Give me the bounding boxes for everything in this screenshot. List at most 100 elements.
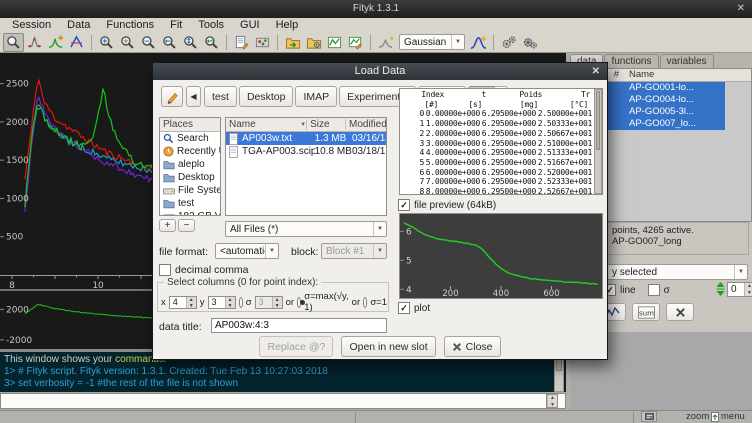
- menu-tools[interactable]: Tools: [190, 19, 232, 31]
- col-file-size[interactable]: Size: [306, 119, 345, 130]
- data-sum-button[interactable]: sum: [632, 303, 660, 321]
- remove-place-button[interactable]: −: [178, 219, 195, 232]
- zoom-in-button[interactable]: +: [96, 33, 117, 52]
- or-label-1: or: [286, 297, 294, 308]
- preview-table-pane[interactable]: Index t Poids Tr [#] [s] [mg] [°C] 00.00…: [399, 88, 603, 195]
- svg-text:200: 200: [442, 289, 458, 299]
- zoom-previous-button[interactable]: ↩: [201, 33, 222, 52]
- peak-type-select[interactable]: Gaussian▼: [399, 34, 465, 50]
- sigma-max-radio[interactable]: [297, 297, 301, 308]
- tab-functions[interactable]: functions: [604, 54, 658, 68]
- open-in-new-slot-button[interactable]: Open in new slot: [341, 336, 435, 357]
- menu-data[interactable]: Data: [59, 19, 98, 31]
- x-column-label: x: [161, 297, 166, 308]
- colors-button[interactable]: [252, 33, 273, 52]
- or-label-2: or: [352, 297, 360, 308]
- svg-text:2000: 2000: [6, 118, 29, 128]
- file-preview-checkbox[interactable]: ✓: [398, 199, 410, 211]
- data-edit-button[interactable]: [345, 33, 366, 52]
- type-location-button[interactable]: [161, 86, 183, 107]
- file-row[interactable]: AP003w.txt1.3 MB03/16/18: [226, 132, 386, 145]
- fit-run-button[interactable]: [498, 33, 519, 52]
- svg-text:↩: ↩: [207, 36, 213, 45]
- add-place-button[interactable]: +: [159, 219, 176, 232]
- file-row[interactable]: TGA-AP003.sciprj10.8 MB03/18/18: [226, 145, 386, 158]
- place-item[interactable]: aleplo: [160, 158, 220, 171]
- file-list-pane[interactable]: Name ▼ Size Modified AP003w.txt1.3 MB03/…: [225, 117, 387, 216]
- toolbar-separator: [226, 35, 227, 50]
- sigma-one-radio[interactable]: [363, 297, 367, 308]
- path-back-button[interactable]: ◀: [186, 86, 201, 107]
- zoom-out-button[interactable]: −: [138, 33, 159, 52]
- width-mode-button[interactable]: [66, 33, 87, 52]
- command-line: 1> # Fityk script. Fityk version: 1.3.1.…: [4, 366, 562, 378]
- log-window-button[interactable]: [231, 33, 252, 52]
- menu-gui[interactable]: GUI: [232, 19, 268, 31]
- menu-session[interactable]: Session: [4, 19, 59, 31]
- zoom-mode-button[interactable]: [3, 33, 24, 52]
- zoom-vertical-button[interactable]: ↕: [180, 33, 201, 52]
- place-item[interactable]: Search: [160, 132, 220, 145]
- data-title-input[interactable]: [211, 318, 387, 333]
- page-up-icon: [710, 411, 720, 423]
- dialog-close-button[interactable]: ✕: [592, 63, 600, 80]
- path-desktop-button[interactable]: Desktop: [239, 86, 294, 107]
- zoom-left-button[interactable]: ←: [159, 33, 180, 52]
- menubar: SessionDataFunctionsFitToolsGUIHelp: [0, 18, 752, 32]
- menu-functions[interactable]: Functions: [98, 19, 162, 31]
- toolbar-separator: [91, 35, 92, 50]
- zoom-in-horizontal-button[interactable]: +: [117, 33, 138, 52]
- preview-table-row: 44.00000e+0006.29500e+0002.51333e+001: [400, 148, 602, 158]
- preview-table: Index t Poids Tr [#] [s] [mg] [°C] 00.00…: [400, 89, 602, 195]
- folder-icon: [163, 159, 175, 170]
- decimal-comma-label: decimal comma: [175, 264, 249, 276]
- preview-table-rows: 00.00000e+0006.29500e+0002.50000e+00111.…: [400, 109, 602, 195]
- close-button[interactable]: Close: [444, 336, 501, 357]
- col-file-modified[interactable]: Modified: [345, 119, 383, 130]
- menu-fit[interactable]: Fit: [162, 19, 190, 31]
- sigma-checkbox[interactable]: [648, 284, 660, 296]
- place-item[interactable]: 182 GB Vol...: [160, 210, 220, 216]
- place-item[interactable]: test: [160, 197, 220, 210]
- preview-table-scrollbar[interactable]: [594, 89, 602, 194]
- command-input[interactable]: [0, 393, 566, 409]
- dialog-buttons: Replace @? Open in new slot Close: [153, 336, 607, 357]
- run-script-button[interactable]: [303, 33, 324, 52]
- command-history-spinner[interactable]: ▲▼: [546, 394, 558, 408]
- sigma-column-radio[interactable]: [239, 297, 243, 308]
- x-column-spinner[interactable]: 4▲▼: [169, 296, 197, 309]
- data-view-button[interactable]: [324, 33, 345, 52]
- window-close-button[interactable]: ✕: [737, 0, 745, 18]
- menu-help[interactable]: Help: [268, 19, 307, 31]
- add-peak-mode-button[interactable]: [45, 33, 66, 52]
- places-pane[interactable]: Places SearchRecently U...aleploDesktopF…: [159, 117, 221, 216]
- pencil-icon: [165, 90, 179, 104]
- file-icon: [228, 146, 239, 158]
- delete-data-button[interactable]: [666, 303, 694, 321]
- fityk-window: Fityk 1.3.1 ✕ SessionDataFunctionsFitToo…: [0, 0, 752, 423]
- data-range-mode-button[interactable]: [24, 33, 45, 52]
- decimal-comma-checkbox[interactable]: [159, 264, 171, 276]
- plot-checkbox[interactable]: ✓: [398, 302, 410, 314]
- col-file-name[interactable]: Name: [229, 119, 256, 130]
- file-format-select[interactable]: <automatic>▼: [215, 243, 279, 259]
- place-item[interactable]: File System: [160, 184, 220, 197]
- y-column-spinner[interactable]: 3▲▼: [208, 296, 236, 309]
- close-x-icon: [452, 342, 462, 352]
- add-function-button[interactable]: [468, 33, 489, 52]
- file-filter-select[interactable]: All Files (*)▼: [225, 221, 387, 237]
- open-file-button[interactable]: [282, 33, 303, 52]
- file-icon: [228, 133, 239, 145]
- auto-add-peak-button[interactable]: ✦: [375, 33, 396, 52]
- preview-table-row: 11.00000e+0006.29500e+0002.50333e+001: [400, 119, 602, 129]
- fit-options-button[interactable]: [519, 33, 540, 52]
- place-item[interactable]: Desktop: [160, 171, 220, 184]
- sigma-column-label: σ: [246, 297, 252, 308]
- place-item[interactable]: Recently U...: [160, 145, 220, 158]
- path-imap-button[interactable]: IMAP: [295, 86, 337, 107]
- replace-button: Replace @?: [259, 336, 333, 357]
- path-test-button[interactable]: test: [204, 86, 237, 107]
- point-size-spinner[interactable]: 0▲▼: [727, 282, 752, 297]
- tab-variables[interactable]: variables: [660, 54, 714, 68]
- status-toggle-button[interactable]: [641, 411, 657, 422]
